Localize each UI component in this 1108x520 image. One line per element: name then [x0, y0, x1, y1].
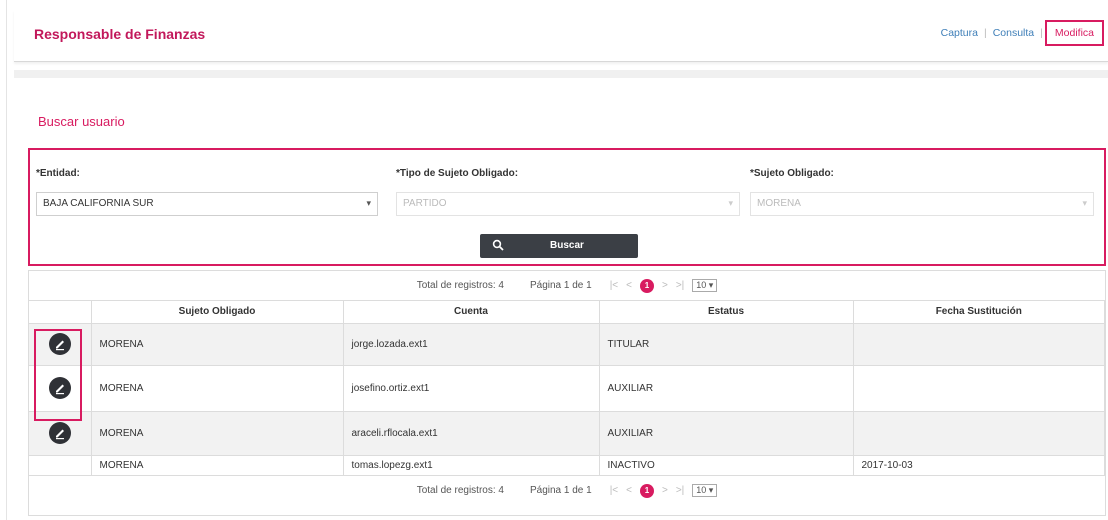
current-page[interactable]: 1: [639, 483, 654, 498]
header-actions: [29, 301, 92, 324]
cell-cuenta: josefino.ortiz.ext1: [343, 365, 600, 412]
chevron-down-icon: ▾: [728, 198, 733, 208]
cell-cuenta: jorge.lozada.ext1: [343, 323, 600, 366]
last-page-icon[interactable]: >|: [676, 485, 684, 496]
left-border: [6, 0, 7, 520]
header-fecha: Fecha Sustitución: [853, 301, 1105, 324]
search-icon: [492, 239, 504, 254]
entidad-select[interactable]: BAJA CALIFORNIA SUR ▾: [36, 192, 378, 216]
cell-sujeto: MORENA: [91, 323, 344, 366]
search-button[interactable]: Buscar: [480, 234, 638, 258]
cell-estatus: TITULAR: [599, 323, 854, 366]
cell-fecha: [853, 323, 1105, 366]
current-page[interactable]: 1: [639, 278, 654, 293]
nav-separator: |: [983, 27, 987, 39]
pager-bottom: Total de registros: 4 Página 1 de 1 |< <…: [29, 475, 1105, 506]
chevron-down-icon: ▾: [1082, 198, 1087, 208]
first-page-icon[interactable]: |<: [610, 485, 618, 496]
last-page-icon[interactable]: >|: [676, 280, 684, 291]
page-size-select[interactable]: 10 ▾: [692, 484, 718, 497]
page-header: Responsable de Finanzas Captura | Consul…: [14, 10, 1108, 62]
header-sujeto: Sujeto Obligado: [91, 301, 344, 324]
action-cell: [29, 323, 92, 366]
header-cuenta: Cuenta: [343, 301, 600, 324]
cell-cuenta: araceli.rflocala.ext1: [343, 411, 600, 456]
top-nav: Captura | Consulta | Modifica: [937, 20, 1104, 46]
sujeto-value: MORENA: [757, 198, 801, 209]
section-title: Buscar usuario: [38, 114, 125, 129]
page-info: Página 1 de 1: [529, 280, 592, 291]
action-cell: [29, 411, 92, 456]
cell-estatus: AUXILIAR: [599, 411, 854, 456]
sujeto-label: *Sujeto Obligado:: [750, 168, 834, 179]
page-title: Responsable de Finanzas: [34, 26, 206, 42]
nav-modifica[interactable]: Modifica: [1044, 20, 1104, 46]
prev-page-icon[interactable]: <: [626, 280, 632, 291]
total-records: Total de registros: 4: [416, 280, 504, 291]
cell-fecha: 2017-10-03: [853, 455, 1105, 476]
nav-separator: |: [1040, 27, 1043, 39]
nav-consulta[interactable]: Consulta: [989, 24, 1038, 42]
entidad-value: BAJA CALIFORNIA SUR: [43, 198, 154, 209]
cell-sujeto: MORENA: [91, 365, 344, 412]
edit-icon[interactable]: [48, 422, 71, 444]
action-cell: [29, 365, 92, 412]
first-page-icon[interactable]: |<: [610, 280, 618, 291]
tipo-label: *Tipo de Sujeto Obligado:: [396, 168, 519, 179]
cell-estatus: INACTIVO: [599, 455, 854, 476]
table-row: MORENA josefino.ortiz.ext1 AUXILIAR: [29, 365, 1105, 412]
users-table: Sujeto Obligado Cuenta Estatus Fecha Sus…: [29, 301, 1105, 476]
table-row: MORENA araceli.rflocala.ext1 AUXILIAR: [29, 411, 1105, 456]
pager-top: Total de registros: 4 Página 1 de 1 |< <…: [29, 271, 1105, 301]
cell-fecha: [853, 411, 1105, 456]
cell-sujeto: MORENA: [91, 411, 344, 456]
action-cell: [29, 455, 92, 476]
total-records: Total de registros: 4: [416, 485, 504, 496]
nav-captura[interactable]: Captura: [937, 24, 982, 42]
next-page-icon[interactable]: >: [662, 485, 668, 496]
divider-band: [14, 70, 1108, 78]
sujeto-select[interactable]: MORENA ▾: [750, 192, 1094, 216]
prev-page-icon[interactable]: <: [626, 485, 632, 496]
chevron-down-icon: ▾: [366, 198, 371, 208]
page-info: Página 1 de 1: [529, 485, 592, 496]
next-page-icon[interactable]: >: [662, 280, 668, 291]
table-row: MORENA tomas.lopezg.ext1 INACTIVO 2017-1…: [29, 455, 1105, 476]
cell-estatus: AUXILIAR: [599, 365, 854, 412]
edit-icon[interactable]: [48, 377, 71, 399]
search-button-label: Buscar: [550, 240, 584, 251]
cell-fecha: [853, 365, 1105, 412]
cell-cuenta: tomas.lopezg.ext1: [343, 455, 600, 476]
entidad-label: *Entidad:: [36, 168, 80, 179]
tipo-value: PARTIDO: [403, 198, 447, 209]
tipo-select[interactable]: PARTIDO ▾: [396, 192, 740, 216]
page-size-select[interactable]: 10 ▾: [692, 279, 718, 292]
search-form: *Entidad: BAJA CALIFORNIA SUR ▾ *Tipo de…: [28, 148, 1106, 266]
results-table: Total de registros: 4 Página 1 de 1 |< <…: [28, 270, 1106, 516]
edit-icon[interactable]: [48, 333, 71, 355]
cell-sujeto: MORENA: [91, 455, 344, 476]
header-estatus: Estatus: [599, 301, 854, 324]
table-row: MORENA jorge.lozada.ext1 TITULAR: [29, 323, 1105, 366]
table-header-row: Sujeto Obligado Cuenta Estatus Fecha Sus…: [29, 301, 1105, 324]
